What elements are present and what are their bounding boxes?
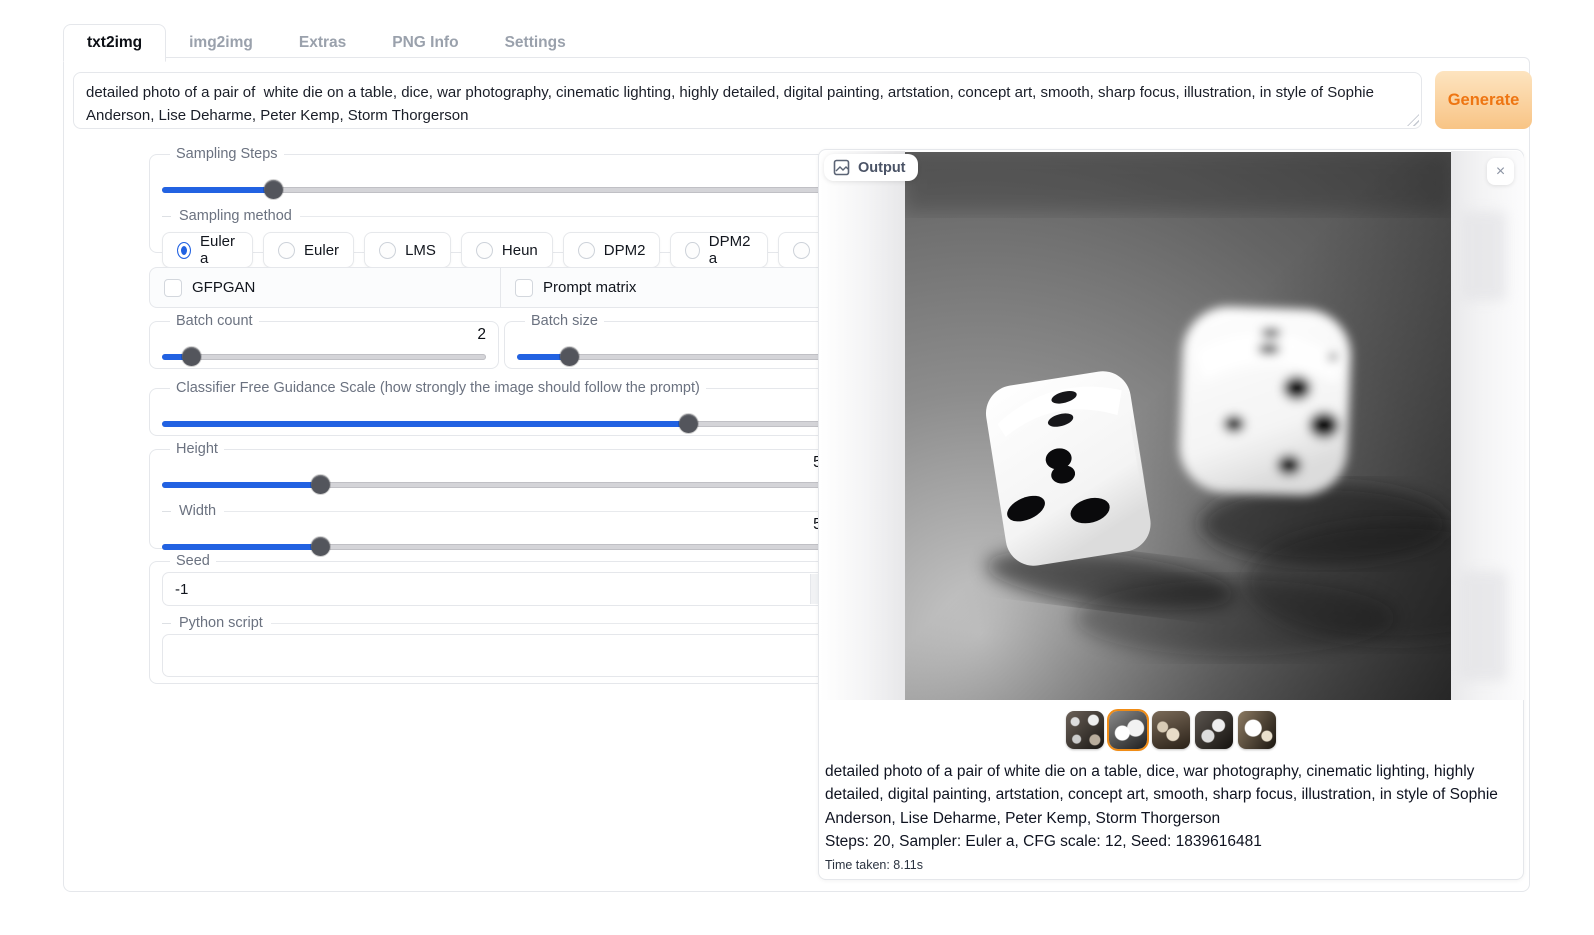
gallery-thumbnails <box>819 711 1523 749</box>
radio-heun[interactable]: Heun <box>461 232 553 268</box>
gfpgan-cell: GFPGAN <box>150 268 501 307</box>
slider-fill <box>162 421 688 427</box>
radio-euler[interactable]: Euler <box>263 232 354 268</box>
batch-count-group: Batch count 2 <box>149 313 499 369</box>
batch-size-group: Batch size 2 <box>504 313 852 369</box>
tab-txt2img[interactable]: txt2img <box>63 24 166 62</box>
gallery-left-gutter <box>820 151 905 700</box>
batch-size-label: Batch size <box>525 313 604 329</box>
radio-icon[interactable] <box>379 242 396 259</box>
slider-thumb[interactable] <box>311 475 330 494</box>
height-value: 512 <box>162 454 839 473</box>
radio-icon[interactable] <box>578 242 595 259</box>
prompt-input-wrap: detailed photo of a pair of white die on… <box>73 72 1422 129</box>
radio-icon[interactable] <box>793 242 810 259</box>
output-caption: detailed photo of a pair of white die on… <box>825 760 1517 875</box>
radio-dpm2[interactable]: DPM2 <box>563 232 661 268</box>
seed-input-wrap: ⌃⌄ <box>162 572 839 606</box>
radio-icon[interactable] <box>476 242 493 259</box>
thumbnail[interactable] <box>1195 711 1233 749</box>
tab-extras[interactable]: Extras <box>276 25 369 61</box>
dimensions-group: Height 512 Width 512 <box>149 441 852 549</box>
image-icon <box>833 159 850 176</box>
slider-thumb[interactable] <box>679 414 698 433</box>
cfg-group: Classifier Free Guidance Scale (how stro… <box>149 380 852 436</box>
python-script-wrap <box>162 634 839 677</box>
gfpgan-checkbox[interactable] <box>164 279 182 297</box>
gallery-right-gutter <box>1451 151 1524 700</box>
thumbnail[interactable] <box>1152 711 1190 749</box>
seed-input[interactable] <box>163 573 838 605</box>
prompt-matrix-checkbox[interactable] <box>515 279 533 297</box>
slider-thumb[interactable] <box>182 347 201 366</box>
gfpgan-label: GFPGAN <box>192 279 255 296</box>
tab-img2img[interactable]: img2img <box>166 25 276 61</box>
slider-fill <box>162 544 320 550</box>
slider-fill <box>162 482 320 488</box>
width-value: 512 <box>162 516 839 535</box>
output-label: Output <box>858 160 906 176</box>
caption-time: Time taken: 8.11s <box>825 856 1517 875</box>
thumbnail[interactable] <box>1238 711 1276 749</box>
tab-png-info[interactable]: PNG Info <box>369 25 481 61</box>
output-panel: Output × detailed photo of a pair of whi… <box>818 149 1524 880</box>
python-script-label: Python script <box>162 615 839 631</box>
prompt-input[interactable]: detailed photo of a pair of white die on… <box>74 73 1421 128</box>
prompt-matrix-cell: Prompt matrix <box>501 268 851 307</box>
seed-group: Seed ⌃⌄ Python script <box>149 553 852 684</box>
radio-euler-a[interactable]: Euler a <box>162 232 253 268</box>
caption-prompt: detailed photo of a pair of white die on… <box>825 760 1517 830</box>
toggles-group: GFPGAN Prompt matrix <box>149 267 852 308</box>
slider-thumb[interactable] <box>264 180 283 199</box>
close-icon[interactable]: × <box>1487 158 1514 185</box>
slider-fill <box>162 187 273 193</box>
tab-settings[interactable]: Settings <box>482 25 589 61</box>
thumbnail-selected[interactable] <box>1109 711 1147 749</box>
python-script-input[interactable] <box>163 635 838 676</box>
slider-track[interactable] <box>162 354 486 360</box>
txt2img-panel: detailed photo of a pair of white die on… <box>63 57 1530 892</box>
slider-thumb[interactable] <box>560 347 579 366</box>
radio-icon[interactable] <box>177 242 191 259</box>
batch-count-slider[interactable] <box>162 347 486 366</box>
generate-button[interactable]: Generate <box>1435 71 1532 129</box>
output-header-chip: Output <box>824 154 918 181</box>
thumbnail-grid[interactable] <box>1066 711 1104 749</box>
batch-size-slider[interactable] <box>517 347 839 366</box>
prompt-matrix-label: Prompt matrix <box>543 279 636 296</box>
batch-count-label: Batch count <box>170 313 259 329</box>
generated-image[interactable] <box>905 152 1451 700</box>
height-slider[interactable] <box>162 475 839 494</box>
cfg-slider[interactable] <box>162 414 839 433</box>
radio-dpm2-a[interactable]: DPM2 a <box>670 232 768 268</box>
radio-lms[interactable]: LMS <box>364 232 451 268</box>
caption-params: Steps: 20, Sampler: Euler a, CFG scale: … <box>825 830 1517 853</box>
seed-label: Seed <box>170 553 216 569</box>
radio-icon[interactable] <box>685 242 699 259</box>
height-label: Height <box>170 441 224 457</box>
sampling-steps-label: Sampling Steps <box>170 146 284 162</box>
radio-icon[interactable] <box>278 242 295 259</box>
cfg-label: Classifier Free Guidance Scale (how stro… <box>170 380 706 396</box>
tab-bar: txt2img img2img Extras PNG Info Settings <box>63 24 589 61</box>
